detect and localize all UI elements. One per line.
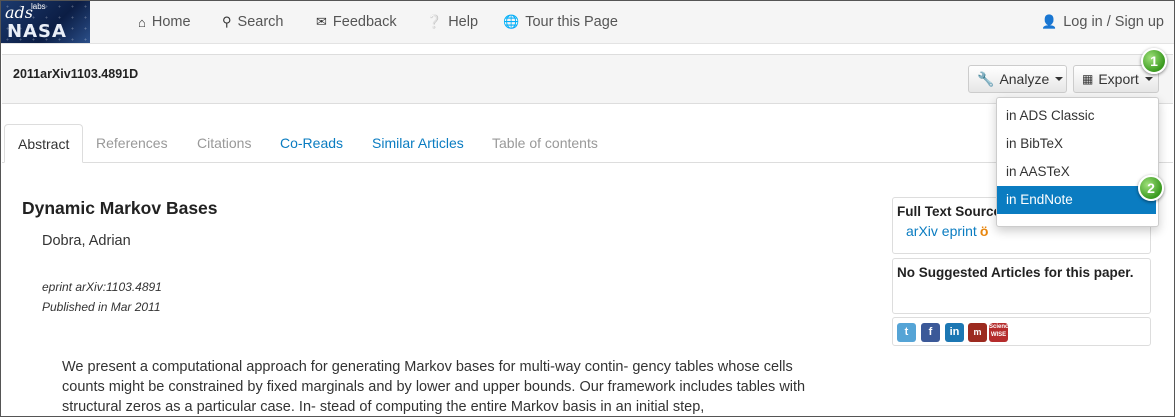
user-icon: 👤 — [1041, 14, 1058, 29]
facebook-icon[interactable]: f — [921, 323, 940, 342]
analyze-button[interactable]: 🔧 Analyze — [968, 65, 1067, 93]
nav-feedback-label: Feedback — [332, 14, 397, 30]
sciencewise-icon[interactable]: Science WISE — [989, 323, 1012, 342]
publication-date: Published in Mar 2011 — [42, 300, 161, 314]
open-access-icon: ӧ — [979, 223, 989, 239]
arxiv-eprint-label: arXiv eprint — [906, 223, 977, 239]
suggested-articles-panel: No Suggested Articles for this paper. — [892, 258, 1151, 314]
eprint-info: eprint arXiv:1103.4891 — [42, 280, 162, 294]
tab-citations[interactable]: Citations — [184, 124, 264, 162]
arxiv-eprint-link[interactable]: arXiv eprint ӧ — [906, 223, 988, 239]
search-icon: ⚲ — [222, 14, 232, 29]
linkedin-icon[interactable]: in — [945, 323, 964, 342]
tab-table-of-contents[interactable]: Table of contents — [479, 124, 611, 162]
export-aastex-item[interactable]: in AASTeX — [997, 158, 1156, 186]
nav-search-label: Search — [237, 14, 284, 30]
globe-icon: 🌐 — [503, 14, 520, 29]
export-bibtex-item[interactable]: in BibTeX — [997, 130, 1156, 158]
export-dropdown-menu: in ADS Classic in BibTeX in AASTeX in En… — [996, 97, 1159, 227]
step-2-callout: 2 — [1138, 175, 1164, 201]
logo-nasa-text: NASA — [7, 21, 67, 42]
envelope-icon: ✉ — [316, 14, 327, 29]
nav-feedback-link[interactable]: ✉ Feedback — [316, 1, 397, 43]
article-author[interactable]: Dobra, Adrian — [42, 233, 131, 249]
article-title: Dynamic Markov Bases — [22, 198, 218, 218]
logo-labs-text: labs — [31, 2, 46, 11]
question-circle-icon: ❔ — [426, 14, 443, 29]
tab-co-reads[interactable]: Co-Reads — [267, 124, 356, 162]
chevron-down-icon — [1144, 77, 1153, 81]
grid-icon: ▦ — [1082, 72, 1094, 86]
nav-login-label: Log in / Sign up — [1063, 14, 1164, 30]
export-label: Export — [1098, 71, 1139, 87]
home-icon: ⌂ — [138, 14, 146, 30]
logo-ads-text: ads — [5, 3, 33, 22]
full-text-sources-title: Full Text Sources — [897, 204, 1009, 219]
social-share-panel: t f in m Science WISE — [892, 317, 1151, 346]
tab-references[interactable]: References — [83, 124, 181, 162]
export-endnote-item[interactable]: in EndNote — [997, 186, 1156, 214]
suggested-articles-text: No Suggested Articles for this paper. — [897, 265, 1134, 280]
nav-login-link[interactable]: 👤 Log in / Sign up — [1041, 1, 1164, 43]
tab-abstract[interactable]: Abstract — [4, 124, 84, 163]
ads-labs-logo[interactable]: ads labs NASA — [1, 1, 90, 43]
export-ads-classic-item[interactable]: in ADS Classic — [997, 102, 1156, 130]
twitter-icon[interactable]: t — [897, 323, 916, 342]
nav-help-label: Help — [448, 14, 479, 30]
wrench-icon: 🔧 — [977, 70, 995, 87]
nav-tour-label: Tour this Page — [525, 14, 618, 30]
nav-home-label: Home — [151, 14, 191, 30]
analyze-label: Analyze — [999, 71, 1050, 87]
nav-search-link[interactable]: ⚲ Search — [222, 1, 283, 43]
chevron-down-icon — [1055, 77, 1064, 81]
abstract-text: We present a computational approach for … — [62, 359, 806, 415]
nav-home-link[interactable]: ⌂ Home — [138, 1, 191, 43]
bibcode: 2011arXiv1103.4891D — [13, 67, 139, 81]
mendeley-icon[interactable]: m — [968, 323, 987, 342]
nav-tour-link[interactable]: 🌐 Tour this Page — [503, 1, 618, 43]
nav-help-link[interactable]: ❔ Help — [426, 1, 478, 43]
tab-similar-articles[interactable]: Similar Articles — [359, 124, 477, 162]
top-navbar: ads labs NASA ⌂ Home ⚲ Search ✉ Feedback… — [1, 1, 1174, 44]
step-1-callout: 1 — [1141, 48, 1167, 74]
